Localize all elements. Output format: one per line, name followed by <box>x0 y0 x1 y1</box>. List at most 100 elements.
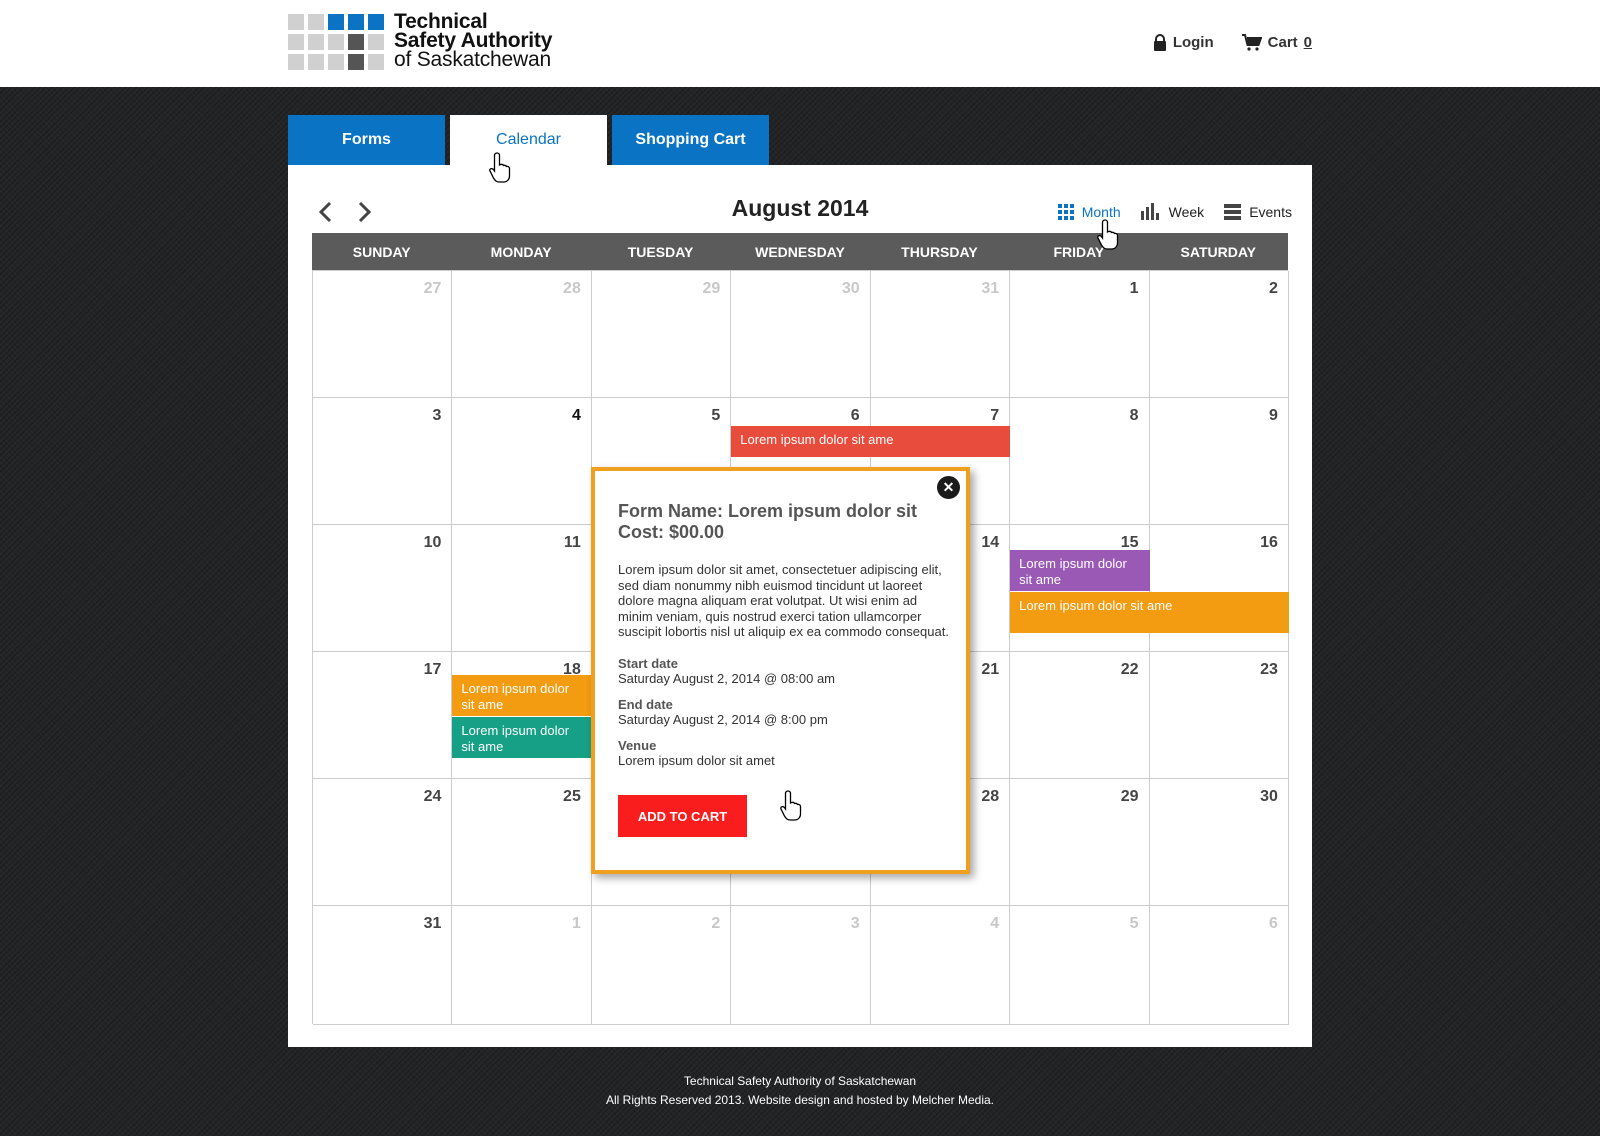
day-number: 29 <box>1120 788 1139 805</box>
day-number: 30 <box>841 280 860 297</box>
calendar-event[interactable]: Lorem ipsum dolor sit ame <box>452 674 592 716</box>
day-cell[interactable]: 9 <box>1149 398 1289 525</box>
day-number: 2 <box>711 915 721 932</box>
calendar-event[interactable]: Lorem ipsum dolor sit ame <box>731 425 1011 457</box>
top-links: Login Cart 0 <box>1153 34 1312 51</box>
day-number: 27 <box>423 280 442 297</box>
day-cell[interactable]: 29 <box>591 271 732 398</box>
view-week[interactable]: Week <box>1140 203 1204 220</box>
logo-tile <box>328 34 344 50</box>
logo-tile <box>288 14 304 30</box>
add-to-cart-button[interactable]: ADD TO CART <box>618 795 747 837</box>
day-number: 31 <box>423 915 442 932</box>
day-number: 22 <box>1120 661 1139 678</box>
popup-description: Lorem ipsum dolor sit amet, consectetuer… <box>618 562 949 639</box>
day-cell[interactable]: 2 <box>1149 271 1289 398</box>
logo-tile <box>328 14 344 30</box>
cart-link[interactable]: Cart 0 <box>1241 34 1312 51</box>
day-number: 25 <box>563 788 581 805</box>
day-number: 6 <box>1269 915 1278 932</box>
tab-calendar[interactable]: Calendar <box>450 115 607 165</box>
venue-value: Lorem ipsum dolor sit amet <box>618 753 775 768</box>
view-events[interactable]: Events <box>1224 203 1292 220</box>
list-icon <box>1224 203 1242 220</box>
day-number: 4 <box>571 407 581 424</box>
logo-tile <box>288 34 304 50</box>
logo-tile <box>308 34 324 50</box>
day-number: 30 <box>1260 788 1278 805</box>
day-cell[interactable]: 29 <box>1010 779 1150 906</box>
logo-tile <box>368 14 384 30</box>
tab-shopping-cart[interactable]: Shopping Cart <box>612 115 769 165</box>
weekday-wednesday: WEDNESDAY <box>755 243 845 260</box>
footer-line-1: Technical Safety Authority of Saskatchew… <box>683 1074 917 1088</box>
weekday-tuesday: TUESDAY <box>627 243 694 260</box>
day-cell[interactable]: 6 <box>1149 906 1289 1025</box>
day-cell[interactable]: 4 <box>452 398 592 525</box>
day-cell[interactable]: 31 <box>870 271 1011 398</box>
day-number: 17 <box>423 661 442 678</box>
day-cell[interactable]: 25 <box>452 779 592 906</box>
logo-line-3: of Saskatchewan <box>394 48 551 71</box>
day-cell[interactable]: 3 <box>313 398 453 525</box>
day-cell[interactable]: 30 <box>731 271 871 398</box>
end-date-label: End date <box>618 697 673 712</box>
day-cell[interactable]: 28 <box>452 271 592 398</box>
view-switcher: Month Week Events <box>1057 203 1292 220</box>
logo-mark <box>288 14 384 70</box>
day-cell[interactable]: 4 <box>870 906 1011 1025</box>
day-cell[interactable]: 5 <box>1010 906 1150 1025</box>
day-cell[interactable]: 22 <box>1010 652 1150 779</box>
tab-forms[interactable]: Forms <box>288 115 445 165</box>
day-number: 2 <box>1269 280 1278 297</box>
day-cell[interactable]: 8 <box>1010 398 1150 525</box>
logo-tile <box>308 54 324 70</box>
day-cell[interactable]: 24 <box>313 779 453 906</box>
day-number: 1 <box>1129 280 1139 297</box>
close-icon[interactable]: ✕ <box>937 476 960 499</box>
day-cell[interactable]: 27 <box>313 271 453 398</box>
lock-icon <box>1153 34 1166 51</box>
view-month-label: Month <box>1081 203 1121 220</box>
logo-tile <box>288 54 304 70</box>
logo-tile <box>368 54 384 70</box>
day-number: 7 <box>990 407 1000 424</box>
day-cell[interactable]: 3 <box>731 906 871 1025</box>
popup-title: Form Name: Lorem ipsum dolor sit Cost: $… <box>618 501 948 543</box>
calendar-event[interactable]: Lorem ipsum dolor sit ame <box>1010 550 1150 592</box>
logo-text: Technical Safety Authority of Saskatchew… <box>394 11 654 71</box>
cart-label: Cart <box>1267 34 1298 51</box>
weekday-friday: FRIDAY <box>1053 243 1105 260</box>
day-number: 28 <box>981 788 1000 805</box>
popup-cost: Cost: $00.00 <box>618 522 725 542</box>
day-cell[interactable]: 30 <box>1149 779 1289 906</box>
logo-tile <box>368 34 384 50</box>
day-cell[interactable]: 2 <box>591 906 732 1025</box>
day-number: 10 <box>423 534 442 551</box>
bar-chart-icon <box>1140 203 1159 220</box>
popup-form-name: Form Name: Lorem ipsum dolor sit <box>618 501 918 521</box>
day-number: 16 <box>1260 534 1278 551</box>
logo-tile <box>328 54 344 70</box>
day-number: 31 <box>981 280 1000 297</box>
day-cell[interactable]: 17 <box>313 652 453 779</box>
view-month[interactable]: Month <box>1057 203 1121 220</box>
event-popup: ✕ Form Name: Lorem ipsum dolor sit Cost:… <box>591 467 970 874</box>
login-link[interactable]: Login <box>1153 34 1214 51</box>
day-cell[interactable]: 11 <box>452 525 592 652</box>
day-number: 21 <box>981 661 1000 678</box>
day-cell[interactable]: 23 <box>1149 652 1289 779</box>
site-footer: Technical Safety Authority of Saskatchew… <box>0 1072 1600 1110</box>
day-cell[interactable]: 1 <box>1010 271 1150 398</box>
login-label: Login <box>1172 34 1214 51</box>
day-cell[interactable]: 1 <box>452 906 592 1025</box>
start-date-value: Saturday August 2, 2014 @ 08:00 am <box>618 671 836 686</box>
day-cell[interactable]: 31 <box>313 906 453 1025</box>
day-number: 5 <box>1129 915 1139 932</box>
calendar-event[interactable]: Lorem ipsum dolor sit ame <box>1010 592 1289 634</box>
venue-label: Venue <box>618 738 657 753</box>
day-cell[interactable]: 10 <box>313 525 453 652</box>
calendar-event[interactable]: Lorem ipsum dolor sit ame <box>452 716 592 758</box>
footer-line-2: All Rights Reserved 2013. Website design… <box>606 1093 994 1107</box>
end-date-value: Saturday August 2, 2014 @ 8:00 pm <box>618 712 828 727</box>
